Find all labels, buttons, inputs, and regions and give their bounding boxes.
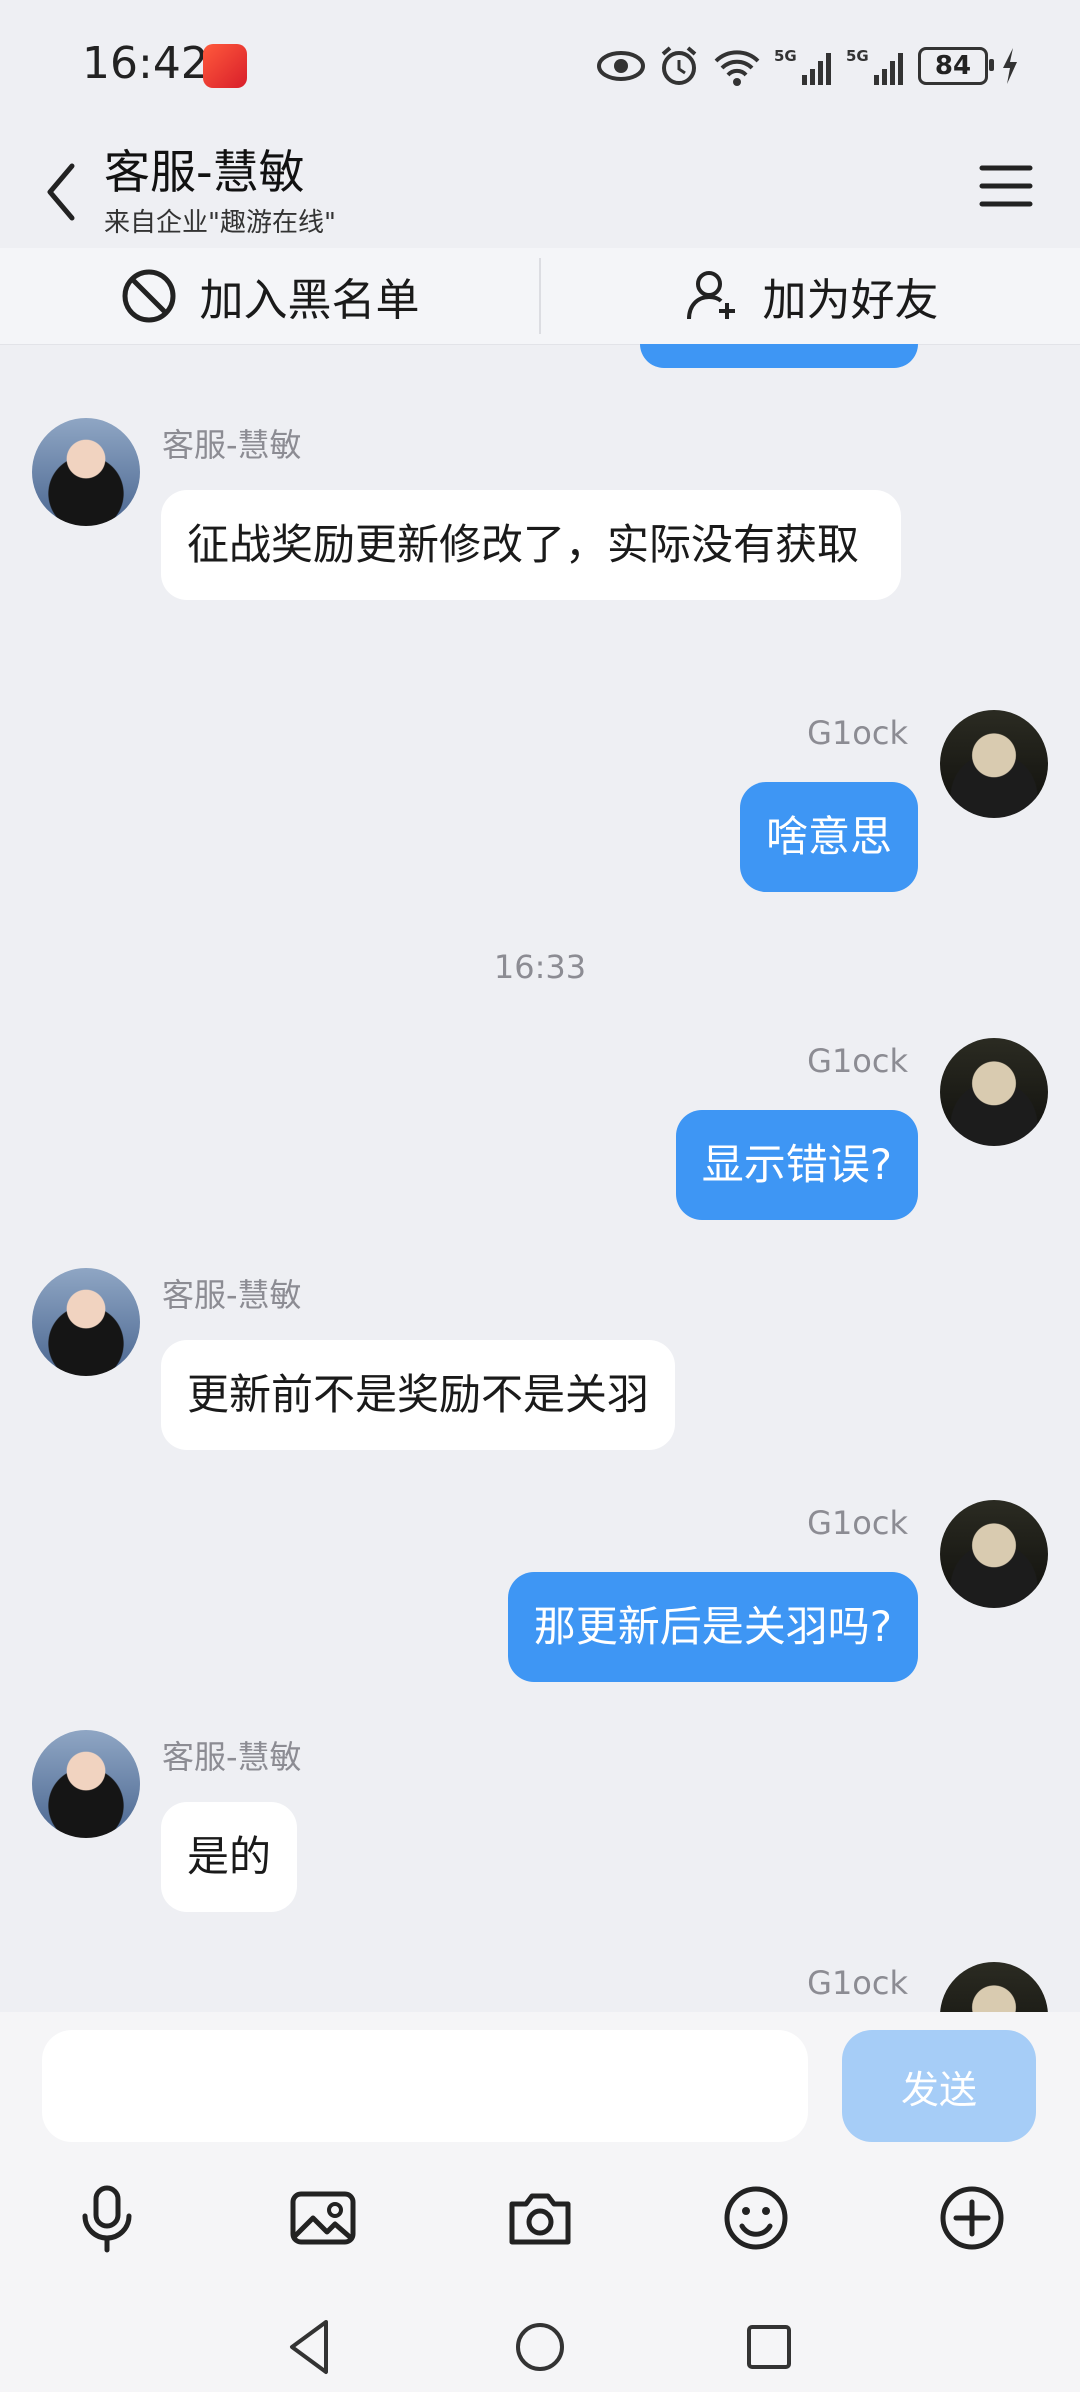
plus-icon[interactable]	[936, 2182, 1008, 2254]
add-friend-label: 加为好友	[762, 275, 939, 326]
system-navigation-bar	[0, 2302, 1080, 2392]
message-bubble[interactable]: 更新前不是奖励不是关羽	[161, 1340, 676, 1450]
nav-recents-icon[interactable]	[734, 2312, 804, 2382]
block-button[interactable]: 加入黑名单	[0, 248, 539, 344]
composer: 发送	[0, 2012, 1080, 2392]
user-avatar[interactable]	[940, 710, 1048, 818]
message-timestamp: 16:33	[493, 948, 587, 986]
alarm-icon	[661, 46, 697, 85]
eye-icon	[597, 51, 645, 81]
agent-avatar[interactable]	[32, 1268, 140, 1376]
nav-home-icon[interactable]	[505, 2312, 575, 2382]
status-icons: 5G 5G 84	[596, 44, 1020, 88]
wifi-icon	[714, 50, 760, 86]
action-bar: 加入黑名单 加为好友	[0, 248, 1080, 345]
nav-back-icon[interactable]	[276, 2312, 346, 2382]
message-input[interactable]	[42, 2030, 808, 2142]
user-avatar[interactable]	[940, 1962, 1048, 2012]
composer-toolbar	[0, 2172, 1080, 2262]
svg-text:5G: 5G	[846, 47, 869, 65]
chat-title: 客服-慧敏	[104, 145, 305, 199]
chat-header: 客服-慧敏 来自企业"趣游在线"	[0, 130, 1080, 240]
previous-message-bubble	[640, 344, 918, 368]
menu-icon[interactable]	[976, 156, 1036, 216]
sender-name: 客服-慧敏	[162, 1738, 302, 1776]
sender-name: G1ock	[807, 1504, 908, 1542]
chat-subtitle: 来自企业"趣游在线"	[104, 208, 336, 238]
microphone-icon[interactable]	[71, 2182, 143, 2254]
battery-indicator: 84	[918, 47, 994, 85]
add-friend-button[interactable]: 加为好友	[541, 248, 1080, 344]
sender-name: G1ock	[807, 714, 908, 752]
back-arrow-icon[interactable]	[36, 152, 96, 232]
battery-level: 84	[934, 51, 972, 81]
app-notification-icon	[203, 44, 247, 88]
agent-avatar[interactable]	[32, 418, 140, 526]
signal-5g-icon: 5G	[774, 47, 831, 85]
sender-name: 客服-慧敏	[162, 1276, 302, 1314]
camera-icon[interactable]	[504, 2182, 576, 2254]
message-bubble[interactable]: 显示错误?	[675, 1110, 918, 1220]
block-icon	[122, 269, 175, 323]
svg-text:5G: 5G	[774, 47, 797, 65]
sender-name: G1ock	[807, 1964, 908, 2002]
message-bubble[interactable]: 征战奖励更新修改了，实际没有获取	[161, 490, 901, 600]
status-bar: 16:42 5G 5G 84	[0, 0, 1080, 130]
message-bubble[interactable]: 啥意思	[739, 782, 918, 892]
add-user-icon	[686, 271, 735, 320]
charging-icon	[1003, 48, 1017, 84]
chat-message-list[interactable]: 客服-慧敏 征战奖励更新修改了，实际没有获取 G1ock 啥意思 16:33 G…	[0, 344, 1080, 2012]
sender-name: G1ock	[807, 1042, 908, 1080]
signal-5g-icon-2: 5G	[846, 47, 903, 85]
send-button[interactable]: 发送	[842, 2030, 1036, 2142]
user-avatar[interactable]	[940, 1038, 1048, 1146]
block-label: 加入黑名单	[199, 275, 420, 326]
message-bubble[interactable]: 那更新后是关羽吗?	[507, 1572, 918, 1682]
user-avatar[interactable]	[940, 1500, 1048, 1608]
sender-name: 客服-慧敏	[162, 426, 302, 464]
emoji-icon[interactable]	[720, 2182, 792, 2254]
status-time: 16:42	[82, 38, 209, 89]
image-icon[interactable]	[287, 2182, 359, 2254]
message-bubble[interactable]: 是的	[161, 1802, 298, 1912]
agent-avatar[interactable]	[32, 1730, 140, 1838]
